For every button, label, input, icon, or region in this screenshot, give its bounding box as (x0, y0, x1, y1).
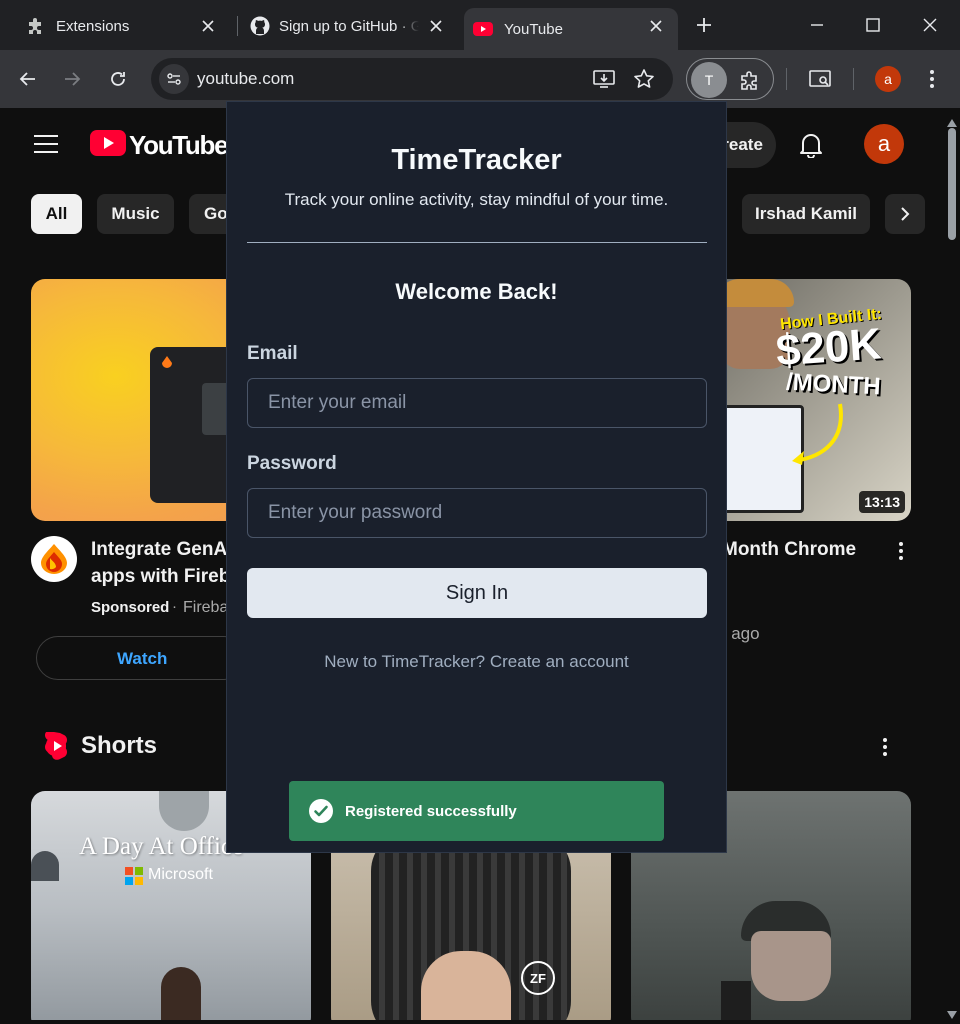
close-window-button[interactable] (913, 8, 947, 42)
toolbar-separator (786, 68, 787, 90)
timetracker-extension-button[interactable]: T (691, 62, 727, 98)
ceiling-lamp (159, 791, 209, 831)
bookmark-star-icon[interactable] (633, 68, 655, 90)
scroll-up-icon[interactable] (947, 114, 957, 127)
sponsor-channel[interactable]: Fireba (183, 599, 228, 617)
maximize-button[interactable] (856, 8, 890, 42)
popup-divider (247, 242, 707, 243)
video-title-line-2[interactable]: apps with Fireb (91, 566, 230, 588)
person-figure (161, 967, 201, 1020)
youtube-logo[interactable]: YouTube IN (90, 124, 242, 161)
ceiling-lamp (31, 851, 59, 881)
rifle-graphic (721, 981, 751, 1020)
hamburger-menu-icon[interactable] (34, 134, 58, 154)
extensions-puzzle-icon[interactable] (739, 69, 761, 91)
chip-music[interactable]: Music (97, 194, 174, 234)
password-field[interactable] (247, 488, 707, 538)
hat-graphic (716, 279, 794, 307)
tab-youtube[interactable]: YouTube (464, 8, 678, 50)
side-search-icon[interactable] (804, 62, 838, 96)
shorts-icon (44, 731, 68, 760)
toolbar-separator (853, 68, 854, 90)
hand-graphic (421, 951, 511, 1020)
video-title-partial[interactable]: Month Chrome (722, 539, 856, 561)
tab-github[interactable]: Sign up to GitHub · G (240, 8, 458, 44)
browser-toolbar: youtube.com T a (0, 50, 960, 108)
browser-menu-icon[interactable] (915, 62, 949, 96)
chip-irshad-kamil[interactable]: Irshad Kamil (742, 194, 870, 234)
welcome-heading: Welcome Back! (395, 279, 558, 304)
video-duration-badge: 13:13 (859, 491, 905, 513)
forward-button[interactable] (55, 62, 89, 96)
notifications-bell-icon[interactable] (799, 132, 823, 159)
sponsored-label: Sponsored (91, 599, 170, 616)
channel-avatar-firebase[interactable] (31, 536, 77, 582)
zf-logo-icon: ZF (521, 961, 555, 995)
github-icon (250, 16, 270, 36)
url-text: youtube.com (197, 69, 295, 88)
tab-title: Extensions (56, 17, 130, 35)
close-tab-icon[interactable] (198, 16, 218, 36)
email-field[interactable] (247, 378, 707, 428)
youtube-logo-text: YouTube (129, 129, 229, 160)
watch-label: Watch (117, 649, 168, 668)
close-tab-icon[interactable] (426, 16, 446, 36)
shorts-heading: Shorts (81, 732, 158, 759)
sign-in-button[interactable]: Sign In (247, 568, 707, 618)
puzzle-icon (26, 16, 46, 36)
popup-title: TimeTracker (391, 144, 562, 176)
page-scrollbar[interactable] (944, 108, 960, 1020)
browser-tab-bar: Extensions Sign up to GitHub · G YouTube (0, 0, 960, 50)
scrollbar-thumb[interactable] (948, 128, 956, 240)
reload-button[interactable] (101, 62, 135, 96)
arrow-graphic (790, 399, 850, 469)
scroll-down-icon[interactable] (947, 1006, 957, 1019)
site-settings-icon[interactable] (159, 64, 189, 94)
shorts-menu-icon[interactable] (883, 738, 889, 759)
minimize-button[interactable] (800, 8, 834, 42)
timetracker-popup: TimeTracker Track your online activity, … (226, 101, 727, 853)
install-app-icon[interactable] (593, 69, 615, 89)
popup-subtitle: Track your online activity, stay mindful… (284, 190, 669, 209)
tab-extensions[interactable]: Extensions (8, 8, 230, 44)
account-avatar[interactable]: a (864, 124, 904, 164)
tab-separator (237, 16, 238, 36)
close-tab-icon[interactable] (646, 16, 666, 36)
watch-button[interactable]: Watch (36, 636, 246, 680)
youtube-icon (473, 19, 493, 39)
toast-message: Registered successfully (345, 802, 517, 820)
address-bar[interactable]: youtube.com (151, 58, 673, 100)
check-circle-icon (309, 799, 333, 823)
video-title-line-1[interactable]: Integrate GenA (91, 539, 227, 561)
new-tab-button[interactable] (687, 8, 721, 42)
tab-title: Sign up to GitHub · G (279, 17, 419, 35)
extensions-group: T (686, 58, 774, 100)
face-graphic (751, 931, 831, 1001)
success-toast: Registered successfully (289, 781, 664, 841)
sponsor-dot: · (172, 598, 177, 615)
youtube-logo-icon (90, 129, 126, 161)
chips-next-icon[interactable] (885, 194, 925, 234)
profile-avatar[interactable]: a (875, 66, 901, 92)
thumb-text-3: /MONTH (785, 368, 882, 401)
password-label: Password (247, 453, 337, 474)
short-overlay-brand: Microsoft (148, 866, 213, 883)
create-account-link[interactable]: New to TimeTracker? Create an account (227, 652, 726, 672)
back-button[interactable] (11, 62, 45, 96)
microsoft-logo-icon (125, 867, 143, 885)
short-overlay-title: A Day At Office (79, 833, 244, 860)
tab-title: YouTube (504, 20, 563, 38)
email-label: Email (247, 343, 298, 364)
chip-all[interactable]: All (31, 194, 82, 234)
video-menu-icon[interactable] (899, 542, 905, 563)
